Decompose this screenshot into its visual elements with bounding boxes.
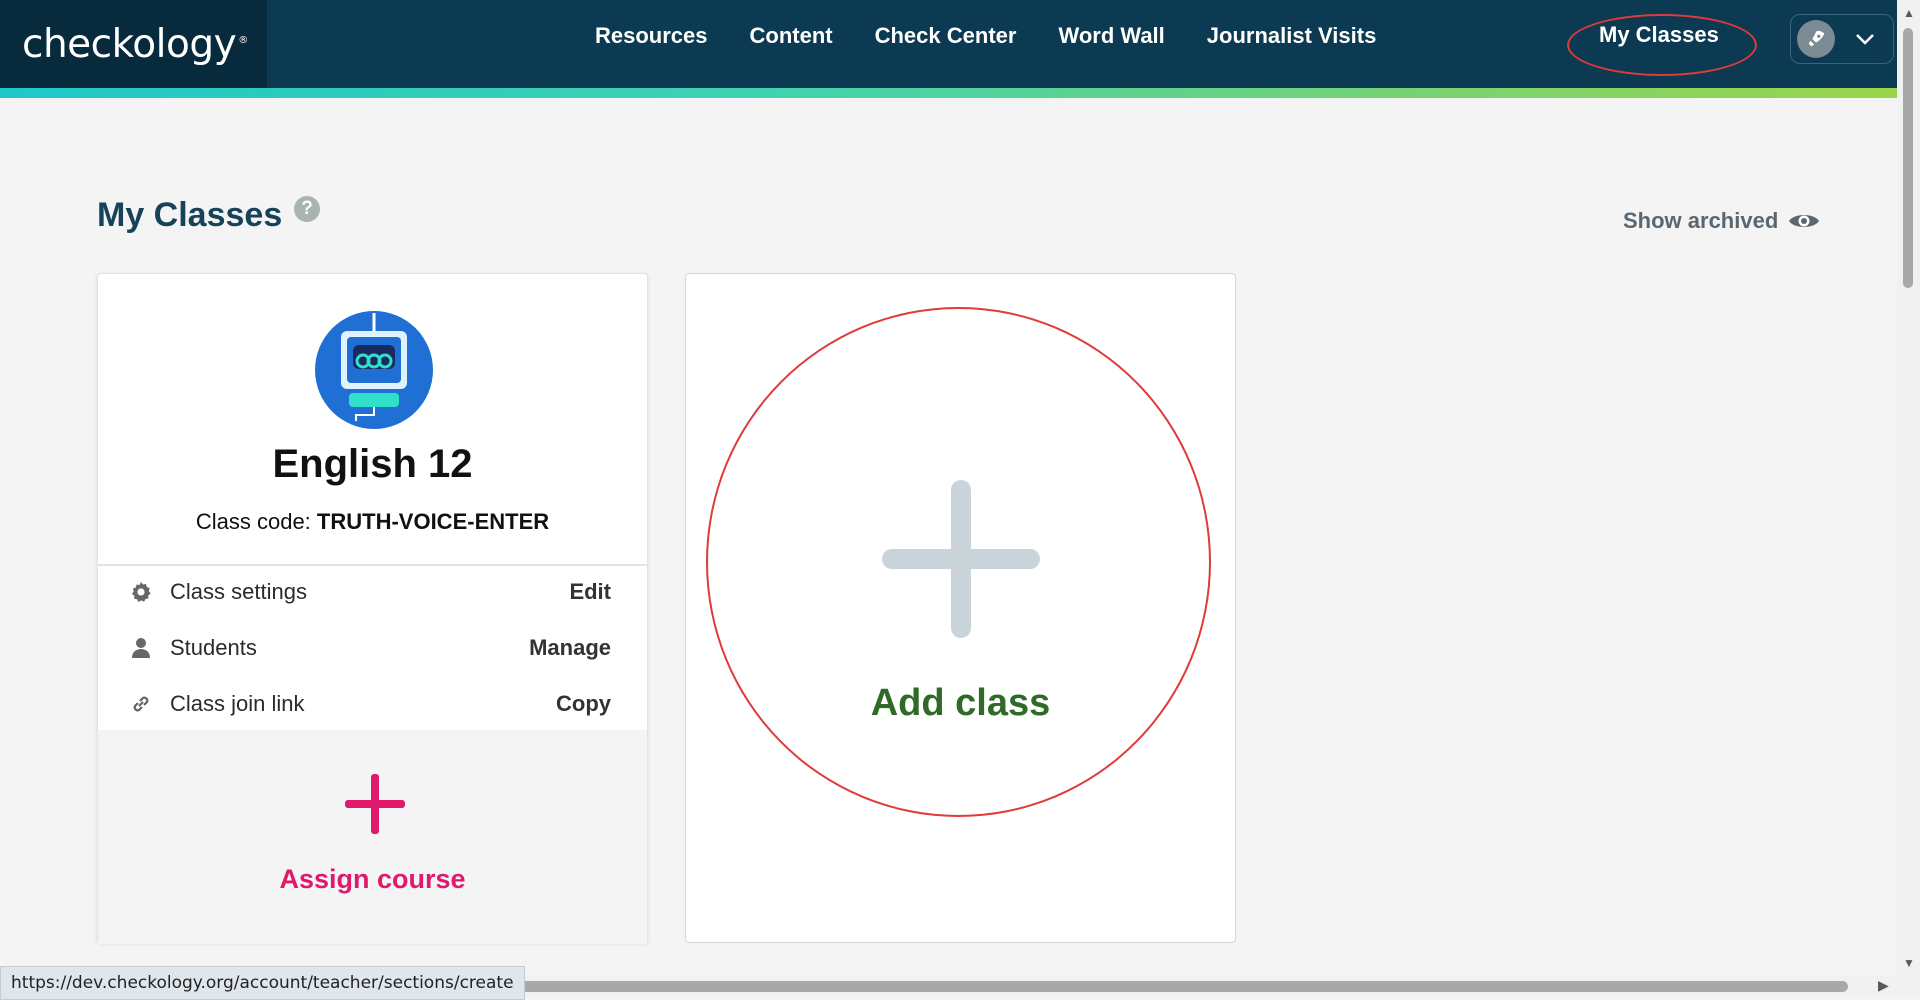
chevron-down-icon [1855, 26, 1875, 52]
class-code-value: TRUTH-VOICE-ENTER [316, 509, 550, 534]
edit-button[interactable]: Edit [569, 579, 611, 605]
horizontal-scroll-thumb[interactable] [490, 981, 1848, 992]
class-card: English 12 Class code: TRUTH-VOICE-ENTER… [97, 273, 648, 944]
vertical-scrollbar[interactable]: ▲ ▼ [1897, 0, 1920, 998]
manage-button[interactable]: Manage [529, 635, 611, 661]
page-title: My Classes [97, 196, 283, 234]
card-divider [98, 564, 647, 566]
class-settings-label: Class settings [170, 579, 307, 604]
assign-course-area[interactable]: Assign course [98, 730, 647, 944]
class-code-label: Class code: [195, 509, 311, 534]
eye-icon [1789, 215, 1820, 227]
user-icon [126, 637, 156, 659]
scroll-right-arrow-icon[interactable]: ▶ [1878, 977, 1889, 994]
link-icon [126, 693, 156, 715]
class-name: English 12 [272, 442, 473, 486]
class-code: Class code: TRUTH-VOICE-ENTER [98, 509, 647, 535]
students-label: Students [170, 635, 257, 660]
user-menu-button[interactable] [1790, 14, 1894, 64]
top-navigation-bar: checkology ® Resources Content Check Cent… [0, 0, 1897, 98]
plus-icon [882, 480, 1040, 638]
scroll-up-arrow-icon[interactable]: ▲ [1903, 6, 1915, 20]
header-gradient-stripe [0, 88, 1897, 98]
plus-icon [345, 774, 405, 834]
registered-mark: ® [238, 34, 248, 46]
assign-course-button[interactable]: Assign course [98, 864, 647, 895]
logo-text: checkology ® [22, 22, 248, 67]
copy-button[interactable]: Copy [556, 691, 611, 717]
status-bar-url: https://dev.checkology.org/account/teach… [0, 966, 525, 1000]
nav-word-wall[interactable]: Word Wall [1058, 23, 1164, 49]
class-settings-row: Class settings Edit [126, 572, 621, 612]
help-icon[interactable]: ? [294, 196, 320, 222]
students-row: Students Manage [126, 628, 621, 668]
main-nav: Resources Content Check Center Word Wall… [595, 0, 1418, 72]
nav-journalist-visits[interactable]: Journalist Visits [1207, 23, 1377, 49]
class-join-link-label: Class join link [170, 691, 305, 716]
robot-class-avatar [315, 311, 433, 429]
nav-my-classes[interactable]: My Classes [1599, 22, 1719, 48]
logo[interactable]: checkology ® [0, 0, 267, 88]
add-class-label: Add class [870, 682, 1051, 724]
logo-wordmark: checkology [22, 21, 237, 67]
nav-content[interactable]: Content [750, 23, 833, 49]
rocket-avatar-icon [1797, 20, 1835, 58]
gear-icon [126, 580, 156, 604]
nav-resources[interactable]: Resources [595, 23, 708, 49]
scroll-down-arrow-icon[interactable]: ▼ [1903, 956, 1915, 970]
add-class-card[interactable]: Add class [685, 273, 1236, 943]
class-join-link-row: Class join link Copy [126, 684, 621, 724]
vertical-scroll-thumb[interactable] [1903, 28, 1913, 288]
show-archived-label: Show archived [1623, 208, 1779, 233]
show-archived-toggle[interactable]: Show archived [1623, 208, 1820, 234]
nav-check-center[interactable]: Check Center [875, 23, 1017, 49]
